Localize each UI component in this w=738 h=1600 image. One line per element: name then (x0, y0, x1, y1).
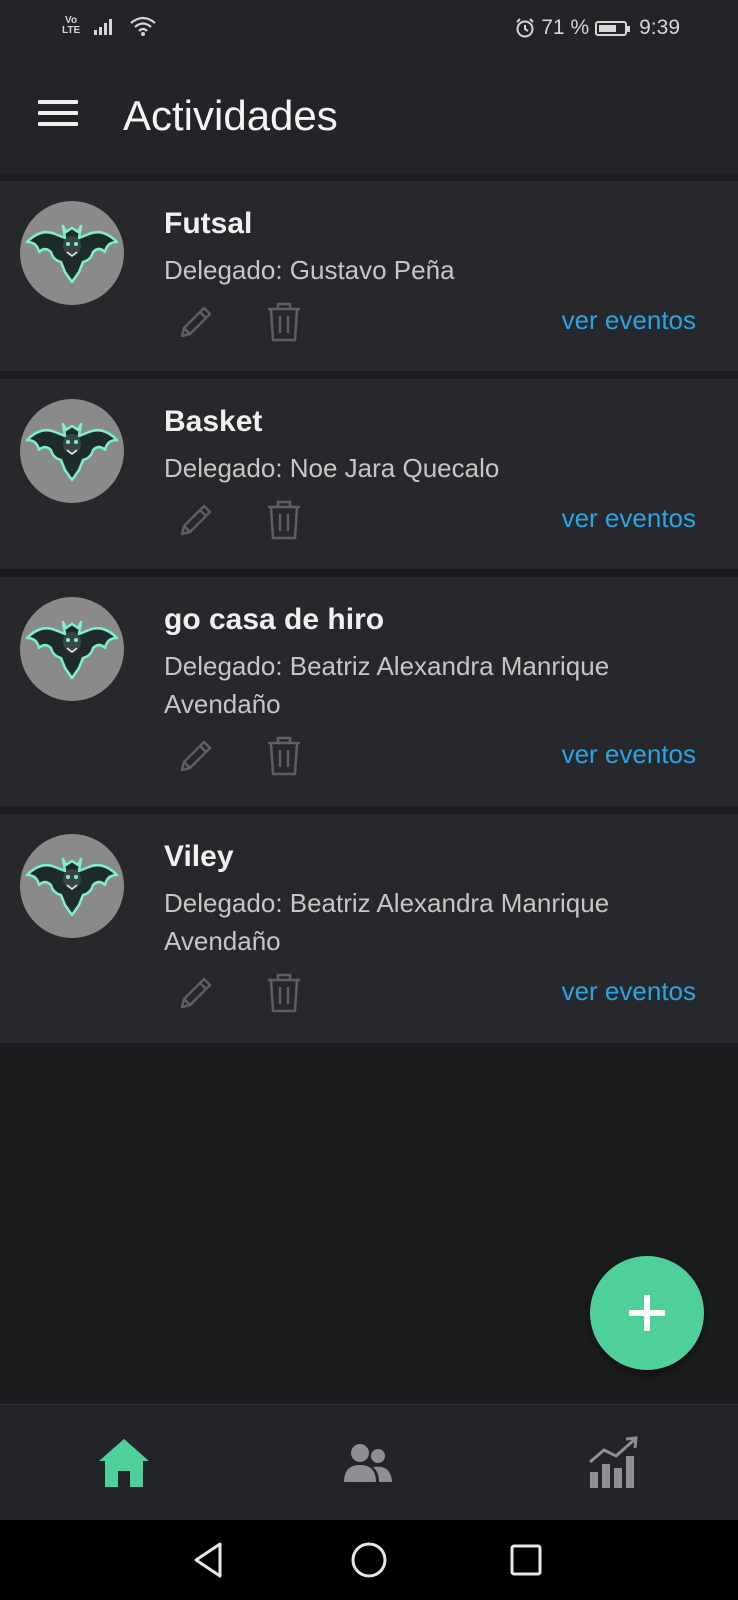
volte-indicator: Vo LTE (62, 16, 80, 36)
edit-button[interactable] (172, 733, 220, 779)
nav-stats[interactable] (584, 1435, 644, 1491)
delete-button[interactable] (260, 970, 308, 1016)
activity-card: Futsal Delegado: Gustavo Peña ver evento… (0, 181, 738, 371)
battery-icon (595, 20, 631, 36)
home-icon (99, 1439, 149, 1487)
ver-eventos-link[interactable]: ver eventos (562, 739, 696, 770)
status-right: 71 % 9:39 (515, 16, 680, 40)
wifi-icon (130, 16, 156, 36)
card-actions (172, 970, 308, 1016)
activity-name: Viley (164, 840, 234, 873)
delete-button[interactable] (260, 733, 308, 779)
bottom-nav (0, 1404, 738, 1521)
edit-button[interactable] (172, 497, 220, 543)
system-nav-bar (0, 1520, 738, 1600)
app-bar: Actividades (0, 58, 738, 174)
activity-card: Basket Delegado: Noe Jara Quecalo ver ev… (0, 379, 738, 569)
activity-name: go casa de hiro (164, 603, 385, 636)
menu-icon[interactable] (38, 100, 78, 130)
card-actions (172, 497, 308, 543)
plus-icon (629, 1295, 665, 1331)
chart-icon (589, 1436, 638, 1488)
activity-card: go casa de hiro Delegado: Beatriz Alexan… (0, 577, 738, 806)
pencil-icon (180, 306, 212, 338)
back-icon (194, 1542, 222, 1578)
signal-icon (94, 19, 113, 35)
activity-card: Viley Delegado: Beatriz Alexandra Manriq… (0, 814, 738, 1043)
trash-icon (268, 302, 300, 342)
ver-eventos-link[interactable]: ver eventos (562, 503, 696, 534)
card-actions (172, 299, 308, 345)
nav-users[interactable] (338, 1435, 398, 1491)
nav-home[interactable] (94, 1435, 154, 1491)
pencil-icon (180, 977, 212, 1009)
activity-delegate: Delegado: Beatriz Alexandra Manrique Ave… (164, 651, 610, 719)
ver-eventos-link[interactable]: ver eventos (562, 976, 696, 1007)
delete-button[interactable] (260, 497, 308, 543)
add-activity-button[interactable] (590, 1256, 704, 1370)
status-bar: Vo LTE 71 % 9:39 (0, 0, 738, 58)
delete-button[interactable] (260, 299, 308, 345)
battery-fill (599, 24, 617, 32)
bat-logo-icon (25, 620, 119, 680)
network-label: LTE (62, 25, 81, 36)
activity-delegate: Delegado: Gustavo Peña (164, 255, 455, 285)
bat-logo-icon (25, 857, 119, 917)
activity-name: Futsal (164, 207, 253, 240)
activity-list: Futsal Delegado: Gustavo Peña ver evento… (0, 181, 738, 1051)
battery-percent: 71 % (541, 16, 590, 39)
activity-name: Basket (164, 405, 263, 438)
avatar (20, 399, 124, 503)
avatar (20, 201, 124, 305)
card-actions (172, 733, 308, 779)
back-button[interactable] (190, 1540, 230, 1580)
alarm-icon (516, 18, 534, 38)
status-left: Vo LTE (62, 16, 156, 36)
clock: 9:39 (639, 16, 680, 39)
avatar (20, 834, 124, 938)
avatar (20, 597, 124, 701)
trash-icon (268, 736, 300, 776)
activity-delegate: Delegado: Beatriz Alexandra Manrique Ave… (164, 888, 610, 956)
circle-home-icon (351, 1542, 387, 1578)
users-icon (344, 1444, 392, 1482)
home-system-button[interactable] (349, 1540, 389, 1580)
ver-eventos-link[interactable]: ver eventos (562, 305, 696, 336)
trash-icon (268, 973, 300, 1013)
edit-button[interactable] (172, 299, 220, 345)
activity-delegate: Delegado: Noe Jara Quecalo (164, 453, 500, 483)
page-title: Actividades (123, 92, 338, 139)
bat-logo-icon (25, 422, 119, 482)
trash-icon (268, 500, 300, 540)
square-recents-icon (510, 1544, 542, 1576)
recents-button[interactable] (506, 1540, 546, 1580)
edit-button[interactable] (172, 970, 220, 1016)
pencil-icon (180, 740, 212, 772)
bat-logo-icon (25, 224, 119, 284)
pencil-icon (180, 504, 212, 536)
